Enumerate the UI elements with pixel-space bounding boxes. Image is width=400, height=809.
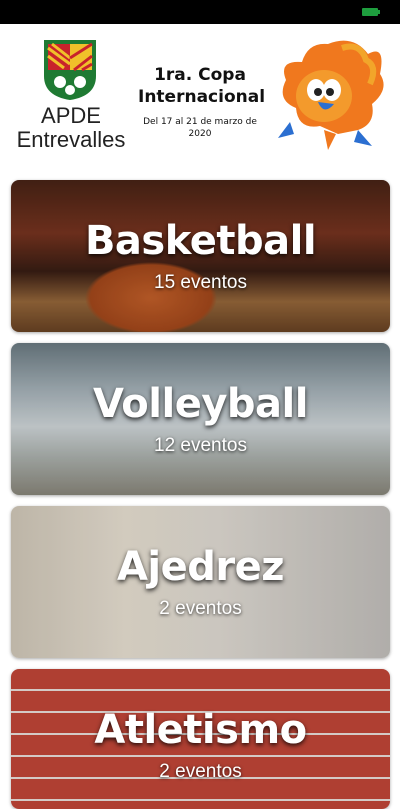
sport-title: Atletismo xyxy=(94,707,307,753)
sport-title: Volleyball xyxy=(93,381,308,427)
event-info: 1ra. Copa Internacional Del 17 al 21 de … xyxy=(138,64,266,140)
event-count: 2 eventos xyxy=(159,761,242,782)
sport-title: Basketball xyxy=(84,218,317,264)
app-header: APDE Entrevalles 1ra. Copa Internacional… xyxy=(0,24,400,174)
sport-card-ajedrez[interactable]: Ajedrez 2 eventos xyxy=(11,506,390,658)
status-bar xyxy=(0,0,400,24)
org-logo: APDE Entrevalles xyxy=(12,36,130,162)
battery-icon xyxy=(362,8,380,16)
sport-card-volleyball[interactable]: Volleyball 12 eventos xyxy=(11,343,390,495)
phoenix-mascot-icon xyxy=(278,40,384,150)
sport-card-basketball[interactable]: Basketball 15 eventos xyxy=(11,180,390,332)
coat-of-arms-icon xyxy=(44,40,96,100)
org-name: APDE Entrevalles xyxy=(16,103,126,152)
event-count: 2 eventos xyxy=(159,598,242,619)
sport-title: Ajedrez xyxy=(116,544,285,590)
sport-card-atletismo[interactable]: Atletismo 2 eventos xyxy=(11,669,390,809)
event-dates: Del 17 al 21 de marzo de 2020 xyxy=(143,117,257,139)
event-title: 1ra. Copa Internacional xyxy=(138,65,266,107)
event-count: 15 eventos xyxy=(154,272,247,293)
event-count: 12 eventos xyxy=(154,435,247,456)
